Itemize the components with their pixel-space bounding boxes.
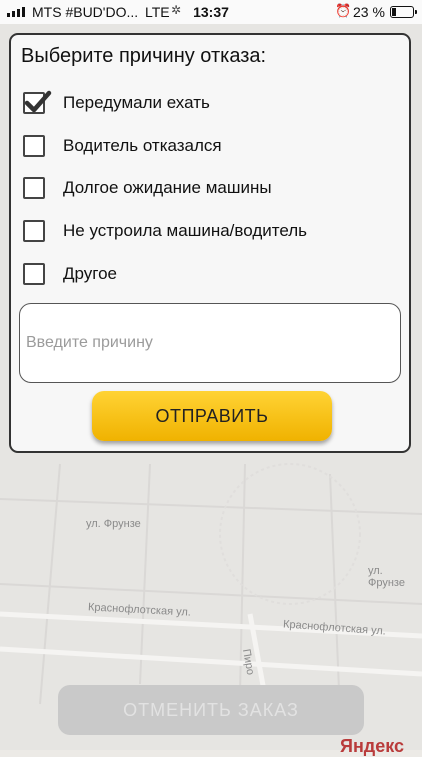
street-label: ул. Фрунзе: [368, 565, 405, 589]
submit-button[interactable]: ОТПРАВИТЬ: [92, 391, 332, 441]
checkbox[interactable]: [23, 177, 45, 199]
reason-option-label: Водитель отказался: [63, 136, 222, 155]
reason-text-input[interactable]: [19, 303, 401, 383]
street-label: ул. Фрунзе: [86, 518, 141, 530]
checkbox[interactable]: [23, 263, 45, 285]
checkbox[interactable]: [23, 220, 45, 242]
reason-option-label: Не устроила машина/водитель: [63, 221, 307, 240]
dialog-title: Выберите причину отказа:: [21, 45, 267, 67]
battery-percent: 23 %: [353, 4, 385, 20]
cancel-order-button[interactable]: ОТМЕНИТЬ ЗАКАЗ: [58, 685, 364, 735]
status-bar: MTS #BUD'DO... LTE ✲ 13:37 ⏰ 23 %: [0, 0, 422, 24]
reason-option-long-wait[interactable]: Долгое ожидание машины: [23, 172, 272, 204]
battery-icon: [390, 6, 417, 18]
checkbox[interactable]: [23, 135, 45, 157]
alarm-icon: ⏰: [335, 3, 352, 18]
cancel-reason-dialog: Выберите причину отказа: Передумали ехат…: [9, 33, 411, 453]
reason-option-changed-mind[interactable]: Передумали ехать: [23, 87, 210, 119]
map-brand-logo: Яндекс: [340, 736, 405, 756]
reason-option-label: Долгое ожидание машины: [63, 178, 272, 197]
reason-option-label: Другое: [63, 264, 118, 283]
reason-option-other[interactable]: Другое: [23, 258, 117, 290]
reason-option-car-driver[interactable]: Не устроила машина/водитель: [23, 215, 307, 247]
reason-option-label: Передумали ехать: [63, 93, 210, 112]
reason-option-driver-refused[interactable]: Водитель отказался: [23, 130, 222, 162]
checkbox-checked[interactable]: [23, 90, 52, 114]
check-icon: [24, 90, 52, 113]
